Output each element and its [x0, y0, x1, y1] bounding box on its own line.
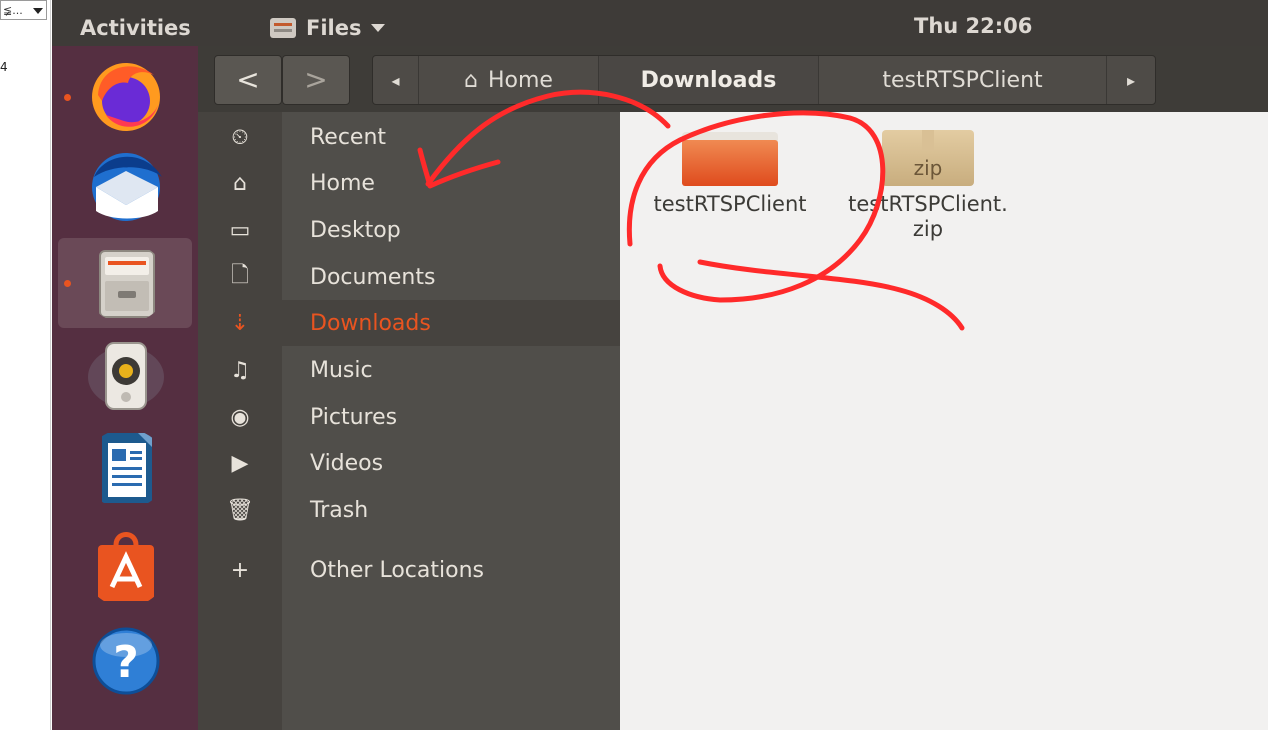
- document-icon: 🗋: [231, 263, 249, 288]
- file-name: testRTSPClient: [653, 192, 807, 216]
- zip-archive-icon: zip: [882, 130, 974, 186]
- sidebar-item-downloads[interactable]: ⇣ Downloads: [198, 300, 620, 346]
- breadcrumb-testrtspclient[interactable]: testRTSPClient: [819, 56, 1107, 104]
- activities-button[interactable]: Activities: [80, 16, 191, 40]
- sidebar-item-documents[interactable]: 🗋 Documents: [198, 254, 620, 300]
- breadcrumb-downloads[interactable]: Downloads: [599, 56, 819, 104]
- breadcrumb-home-label: Home: [488, 67, 553, 93]
- host-combo-box[interactable]: ≨...: [0, 0, 47, 20]
- home-icon: ⌂: [233, 170, 247, 196]
- app-menu-label: Files: [306, 16, 362, 40]
- sidebar-item-home[interactable]: ⌂ Home: [198, 160, 620, 206]
- dock-item-firefox[interactable]: [58, 50, 192, 140]
- home-icon: ⌂: [464, 67, 478, 93]
- sidebar-item-pictures[interactable]: ◉ Pictures: [198, 394, 620, 440]
- download-icon: ⇣: [230, 310, 250, 336]
- chevron-right-icon: ▸: [1126, 70, 1136, 90]
- chevron-right-icon: >: [304, 63, 328, 96]
- breadcrumb: ◂ ⌂ Home Downloads testRTSPClient ▸: [372, 55, 1156, 105]
- chevron-left-icon: <: [236, 63, 260, 96]
- camera-icon: ◉: [230, 404, 250, 430]
- running-indicator: [64, 94, 71, 101]
- rhythmbox-icon: [88, 342, 164, 410]
- chevron-left-icon: ◂: [391, 70, 400, 90]
- software-center-icon: [98, 532, 154, 601]
- plus-icon: +: [230, 557, 250, 583]
- sidebar-item-trash[interactable]: 🗑 Trash: [198, 487, 620, 533]
- sidebar-item-label: Home: [310, 170, 375, 196]
- forward-button[interactable]: >: [282, 55, 350, 105]
- desktop-folder-icon: ▭: [229, 217, 251, 243]
- sidebar-item-label: Pictures: [310, 404, 398, 430]
- libreoffice-writer-icon: [102, 433, 152, 503]
- breadcrumb-home[interactable]: ⌂ Home: [419, 56, 599, 104]
- dock: ?: [52, 46, 198, 730]
- zip-badge: zip: [913, 156, 943, 180]
- file-item-zip[interactable]: zip testRTSPClient.zip: [838, 130, 1018, 242]
- sidebar-item-videos[interactable]: ▶ Videos: [198, 440, 620, 486]
- dock-item-thunderbird[interactable]: [58, 142, 192, 232]
- clock[interactable]: Thu 22:06: [914, 14, 1032, 38]
- files-header-bar: < > ◂ ⌂ Home Downloads testRTSPClient ▸: [198, 46, 1268, 112]
- file-view: testRTSPClient zip testRTSPClient.zip: [620, 112, 1268, 730]
- firefox-icon: [92, 63, 160, 131]
- file-item-folder[interactable]: testRTSPClient: [640, 130, 820, 217]
- svg-text:?: ?: [113, 637, 139, 688]
- files-app-icon: [270, 18, 296, 38]
- sidebar-item-desktop[interactable]: ▭ Desktop: [198, 207, 620, 253]
- breadcrumb-scroll-right[interactable]: ▸: [1107, 56, 1155, 104]
- app-menu-button[interactable]: Files: [270, 16, 386, 40]
- dock-item-help[interactable]: ?: [58, 614, 192, 704]
- top-bar: Activities Files Thu 22:06: [52, 0, 1268, 46]
- sidebar-item-label: Music: [310, 357, 373, 383]
- sidebar-item-recent[interactable]: ⏲ Recent: [198, 114, 620, 160]
- trash-icon: 🗑: [226, 497, 254, 523]
- sidebar-item-other-locations[interactable]: + Other Locations: [198, 547, 620, 593]
- dock-item-writer[interactable]: [58, 424, 192, 514]
- host-window-strip: ≨... 4: [0, 0, 51, 730]
- thunderbird-icon: [92, 153, 162, 221]
- sidebar-item-label: Other Locations: [310, 557, 484, 583]
- breadcrumb-scroll-left[interactable]: ◂: [373, 56, 419, 104]
- clock-icon: ⏲: [231, 124, 249, 150]
- host-side-number: 4: [0, 60, 8, 74]
- help-icon: ?: [92, 627, 160, 695]
- file-name: testRTSPClient.zip: [848, 192, 1008, 241]
- running-indicator: [64, 280, 71, 287]
- chevron-down-icon: [371, 24, 386, 32]
- sidebar-item-label: Downloads: [310, 310, 431, 336]
- dock-item-files[interactable]: [58, 238, 192, 328]
- music-icon: ♫: [230, 357, 250, 383]
- back-button[interactable]: <: [214, 55, 282, 105]
- dock-item-software[interactable]: [58, 522, 192, 612]
- folder-icon: [682, 130, 778, 186]
- sidebar-item-label: Documents: [310, 264, 436, 290]
- sidebar-item-label: Desktop: [310, 217, 401, 243]
- sidebar-item-label: Videos: [310, 450, 384, 476]
- chevron-down-icon: [33, 8, 43, 14]
- video-icon: ▶: [231, 450, 249, 476]
- dock-item-rhythmbox[interactable]: [58, 330, 192, 420]
- places-sidebar: ⏲ Recent ⌂ Home ▭ Desktop 🗋 Documents ⇣ …: [198, 112, 620, 730]
- host-combo-text: ≨...: [3, 4, 23, 17]
- files-icon: [99, 250, 155, 318]
- sidebar-item-music[interactable]: ♫ Music: [198, 347, 620, 393]
- sidebar-item-label: Trash: [310, 497, 369, 523]
- sidebar-item-label: Recent: [310, 124, 387, 150]
